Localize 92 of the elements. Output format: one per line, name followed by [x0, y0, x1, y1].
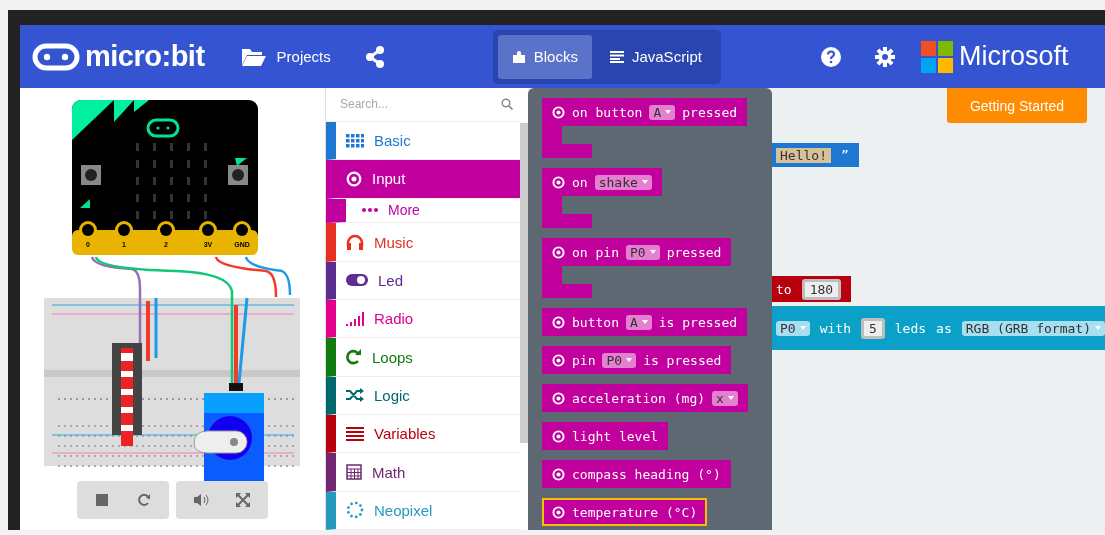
block-dropdown[interactable]: x [712, 390, 738, 406]
block-text: on pin [572, 244, 619, 260]
block-text: light level [572, 428, 659, 444]
category-item[interactable]: Music [326, 223, 521, 262]
block-dropdown[interactable]: shake [594, 174, 652, 190]
block-dropdown[interactable]: P0 [602, 352, 637, 368]
calculator-icon [346, 464, 362, 480]
block-text: leds [894, 320, 927, 336]
editor-tab[interactable]: JavaScript [595, 34, 716, 79]
fullscreen-button[interactable] [234, 490, 252, 510]
block-text: on button [572, 104, 643, 120]
logo-text: micro:bit [85, 40, 205, 73]
category-item[interactable]: Loops [326, 338, 521, 377]
string-field[interactable]: Hello! [776, 147, 831, 163]
block-dropdown[interactable]: P0 [625, 244, 660, 260]
block-dropdown[interactable]: A [625, 314, 652, 330]
event-block[interactable]: on shake [542, 168, 662, 228]
block-text: is pressed [658, 314, 738, 330]
category-item[interactable]: Basic [326, 121, 521, 161]
reporter-block[interactable]: pin P0 is pressed [542, 346, 732, 374]
block-text: temperature (°C) [572, 504, 698, 520]
target-icon [552, 353, 565, 367]
category-item[interactable]: Radio [326, 300, 521, 339]
category-item[interactable]: Neopixel [326, 491, 521, 530]
share-icon[interactable] [364, 45, 385, 68]
block-text: acceleration (mg) [572, 390, 706, 406]
target-icon [552, 175, 565, 189]
block-text: pressed [666, 244, 722, 260]
target-icon [552, 245, 565, 259]
block-text: on [572, 174, 588, 190]
target-icon [552, 429, 565, 443]
code-block[interactable]: P0 with 5 leds as RGB (GRB format) [772, 306, 1105, 350]
toggle-icon [346, 274, 368, 287]
projects-button[interactable]: Projects [236, 42, 335, 71]
scrollbar[interactable] [520, 123, 528, 443]
brand-text: Microsoft [958, 41, 1069, 72]
block-dropdown[interactable]: RGB (GRB format) [961, 320, 1105, 336]
block-text: is pressed [643, 352, 722, 368]
block-text: compass heading (°) [572, 466, 721, 482]
code-block[interactable]: to 180 [772, 276, 852, 302]
block-dropdown[interactable]: A [649, 104, 676, 120]
target-icon [552, 105, 565, 119]
block-text: pin [572, 352, 596, 368]
lines-icon [609, 50, 624, 63]
folder-icon [240, 46, 267, 67]
target-icon [552, 467, 565, 481]
list-icon [346, 426, 364, 441]
block-text: to [776, 281, 792, 297]
block-text: as [936, 320, 952, 336]
block-dropdown[interactable]: P0 [776, 320, 810, 336]
target-icon [552, 505, 565, 519]
fullscreen-icon [236, 493, 250, 507]
reporter-block[interactable]: compass heading (°) [542, 460, 731, 488]
event-block[interactable]: on button A pressed [542, 98, 748, 158]
loop-icon [346, 349, 362, 366]
search-field[interactable]: Search... [338, 96, 501, 113]
block-text: ” [840, 147, 849, 163]
category-item[interactable]: Math [326, 453, 521, 492]
signal-icon [346, 311, 364, 326]
logo-icon [32, 42, 80, 71]
event-block[interactable]: on pin P0 pressed [542, 238, 732, 298]
code-block[interactable]: Hello! ” [772, 143, 859, 167]
windows-logo-icon [920, 40, 953, 73]
restart-icon [137, 493, 151, 507]
category-item[interactable]: Input [326, 160, 521, 199]
speaker-icon [193, 493, 209, 507]
help-icon[interactable] [820, 46, 841, 67]
shuffle-icon [346, 388, 364, 403]
category-item[interactable]: More [326, 198, 521, 224]
target-icon [552, 391, 565, 405]
search-icon [501, 98, 513, 111]
number-field[interactable]: 5 [860, 317, 885, 339]
reporter-block[interactable]: light level [542, 422, 669, 450]
dots-icon [362, 208, 378, 213]
editor-tab[interactable]: Blocks [497, 34, 592, 79]
category-item[interactable]: Variables [326, 415, 521, 454]
grid-icon [346, 133, 364, 148]
target-icon [346, 170, 362, 187]
category-item[interactable]: Led [326, 261, 521, 301]
number-field[interactable]: 180 [801, 278, 842, 300]
target-icon [552, 315, 565, 329]
puzzle-icon [511, 49, 526, 64]
category-item[interactable]: Logic [326, 376, 521, 416]
reporter-block[interactable]: temperature (°C) [542, 498, 708, 526]
reporter-block[interactable]: button A is pressed [542, 308, 748, 336]
stop-icon [96, 494, 108, 506]
block-text: pressed [682, 104, 738, 120]
dotted-circle-icon [346, 501, 364, 520]
reporter-block[interactable]: acceleration (mg) x [542, 384, 748, 412]
block-text: with [819, 320, 851, 336]
block-text: button [572, 314, 619, 330]
headphones-icon [346, 234, 364, 251]
